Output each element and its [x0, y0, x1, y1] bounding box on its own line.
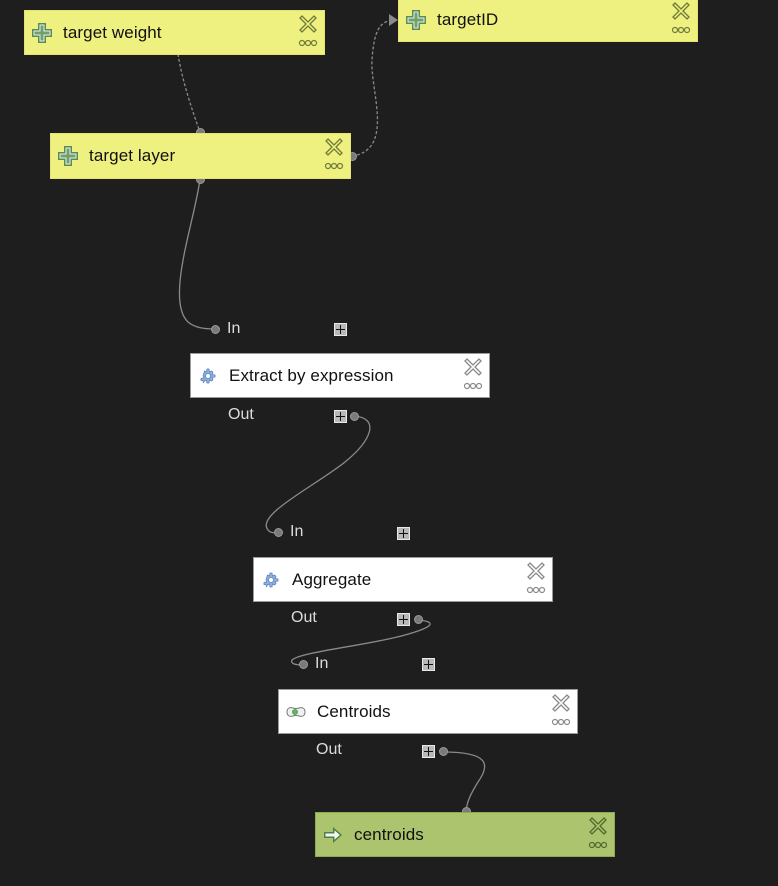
node-label: Aggregate [292, 569, 372, 589]
port-dot[interactable] [211, 325, 220, 334]
plus-cross-icon [32, 22, 52, 43]
arrow-right-icon [324, 826, 342, 843]
port-dot[interactable] [350, 412, 359, 421]
plus-cross-icon [58, 146, 78, 166]
wire-centroids-to-output [442, 751, 486, 812]
more-options-icon[interactable] [298, 39, 318, 47]
plus-cross-icon [406, 9, 426, 30]
expand-outputs-button[interactable] [422, 745, 435, 758]
port-dot[interactable] [414, 615, 423, 624]
wire-target-layer-to-extract [178, 178, 216, 330]
node-label: target layer [89, 146, 176, 165]
delete-icon[interactable] [325, 138, 343, 156]
algorithm-node-extract-by-expression[interactable]: Extract by expression [190, 353, 490, 398]
port-dot[interactable] [299, 660, 308, 669]
delete-icon[interactable] [299, 15, 317, 33]
output-port-label: Out [316, 741, 342, 758]
output-port-label: Out [228, 406, 254, 423]
input-port-label: In [227, 320, 241, 337]
input-node-target-layer[interactable]: target layer [50, 133, 351, 179]
plus-icon [399, 615, 408, 624]
node-label: target weight [63, 22, 162, 42]
wire-extract-to-aggregate [265, 415, 371, 534]
wire-target-weight-to-target-layer [177, 53, 201, 133]
more-options-icon[interactable] [671, 26, 691, 34]
plus-icon [424, 660, 433, 669]
node-label: centroids [354, 824, 424, 844]
plus-icon [424, 747, 433, 756]
delete-icon[interactable] [464, 358, 482, 376]
delete-icon[interactable] [552, 694, 570, 712]
algorithm-node-centroids[interactable]: Centroids [278, 689, 578, 734]
expand-inputs-button[interactable] [397, 527, 410, 540]
delete-icon[interactable] [589, 817, 607, 835]
delete-icon[interactable] [672, 2, 690, 20]
delete-icon[interactable] [527, 562, 545, 580]
expand-outputs-button[interactable] [334, 410, 347, 423]
gear-icon [263, 572, 279, 587]
plus-icon [399, 529, 408, 538]
input-port-label: In [315, 655, 329, 672]
node-label: Centroids [317, 701, 391, 721]
algorithm-node-aggregate[interactable]: Aggregate [253, 557, 553, 602]
input-node-targetID[interactable]: targetID [398, 0, 698, 42]
output-port-label: Out [291, 609, 317, 626]
wire-target-layer-to-targetID [351, 19, 393, 157]
gear-icon [200, 368, 216, 383]
plus-icon [336, 325, 345, 334]
input-node-target-weight[interactable]: target weight [24, 10, 325, 55]
plus-icon [336, 412, 345, 421]
node-label: targetID [437, 9, 499, 29]
more-options-icon[interactable] [526, 586, 546, 594]
centroid-icon [286, 706, 306, 717]
input-port-label: In [290, 523, 304, 540]
output-node-centroids[interactable]: centroids [315, 812, 615, 857]
port-dot[interactable] [274, 528, 283, 537]
more-options-icon[interactable] [551, 718, 571, 726]
expand-outputs-button[interactable] [397, 613, 410, 626]
more-options-icon[interactable] [324, 162, 344, 170]
expand-inputs-button[interactable] [334, 323, 347, 336]
arrow-head-targetID [389, 14, 398, 26]
more-options-icon[interactable] [463, 382, 483, 390]
port-dot[interactable] [439, 747, 448, 756]
expand-inputs-button[interactable] [422, 658, 435, 671]
more-options-icon[interactable] [588, 841, 608, 849]
node-label: Extract by expression [229, 365, 394, 385]
